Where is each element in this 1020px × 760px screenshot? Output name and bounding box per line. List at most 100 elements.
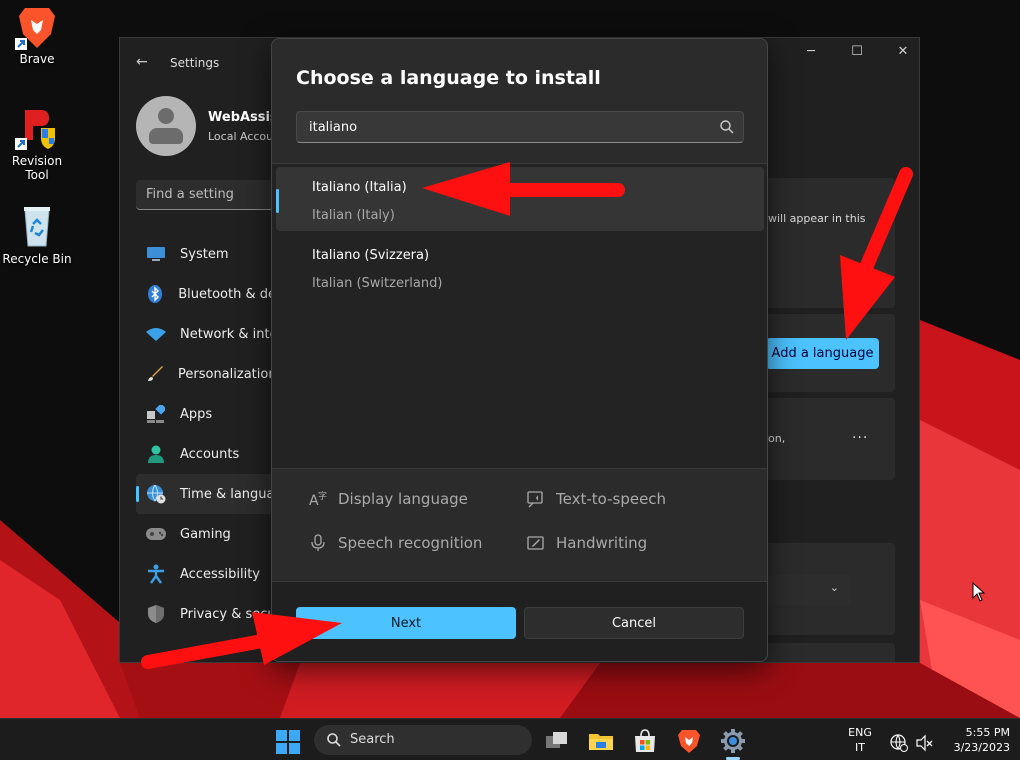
nav-item-time-language[interactable]: Time & langua [136, 474, 276, 514]
taskbar-search[interactable]: Search [314, 725, 532, 755]
card-description: will appear in this [768, 212, 866, 225]
brave-icon [15, 4, 59, 50]
nav-item-apps[interactable]: Apps [136, 394, 276, 434]
taskbar-search-label: Search [350, 732, 395, 747]
brave-browser-icon[interactable] [676, 728, 702, 754]
nav-item-gaming[interactable]: Gaming [136, 514, 276, 554]
dialog-title: Choose a language to install [296, 67, 601, 89]
nav-item-accounts[interactable]: Accounts [136, 434, 276, 474]
nav-item-system[interactable]: System [136, 234, 276, 274]
search-icon [720, 120, 734, 134]
nav-item-accessibility[interactable]: Accessibility [136, 554, 276, 594]
nav-label: Gaming [180, 526, 231, 542]
globe-clock-icon [146, 484, 166, 504]
more-options-button[interactable]: ··· [852, 430, 868, 446]
cancel-button[interactable]: Cancel [524, 607, 744, 639]
microphone-icon [308, 533, 328, 553]
desktop-icon-label: Revision Tool [11, 154, 63, 182]
language-search-box[interactable] [296, 111, 744, 143]
maximize-icon[interactable]: ☐ [849, 44, 865, 59]
settings-nav: System Bluetooth & de Network & inte Per… [136, 234, 278, 634]
next-button[interactable]: Next [296, 607, 516, 639]
input-language-indicator[interactable]: ENG IT [842, 725, 878, 755]
nav-item-network[interactable]: Network & inte [136, 314, 278, 354]
feature-display-language: A字 Display language [308, 489, 468, 509]
feature-handwriting: Handwriting [526, 533, 647, 553]
region-dropdown[interactable]: ⌄ [766, 575, 851, 605]
revision-tool-icon [15, 106, 59, 150]
avatar [136, 96, 196, 156]
nav-label: Accessibility [180, 566, 260, 582]
chevron-down-icon: ⌄ [829, 581, 839, 594]
feature-text-to-speech: Text-to-speech [526, 489, 666, 509]
keyboard-layout-code: IT [855, 741, 865, 754]
close-icon[interactable]: ✕ [895, 44, 911, 59]
bluetooth-icon [146, 284, 164, 304]
taskbar: Search ENG IT 5:55 PM 3/23/2023 [0, 718, 1020, 760]
shield-icon [146, 604, 166, 624]
language-list: Italiano (Italia) Italian (Italy) Italia… [272, 163, 767, 469]
handwriting-icon [526, 533, 546, 553]
search-icon [327, 733, 341, 747]
nav-item-privacy[interactable]: Privacy & secu [136, 594, 276, 634]
settings-gear-icon[interactable] [720, 728, 746, 754]
desktop-icon-label: Brave [19, 52, 55, 66]
start-button-icon[interactable] [276, 730, 300, 754]
language-code: ENG [848, 726, 872, 739]
mouse-cursor-icon [972, 582, 986, 602]
dialog-footer: Next Cancel [272, 581, 767, 661]
language-search-input[interactable] [309, 118, 709, 136]
desktop-icon-brave[interactable]: Brave [0, 4, 74, 66]
find-setting-input[interactable]: Find a setting [136, 180, 286, 210]
user-account-type: Local Accou [208, 130, 274, 143]
nav-label: Accounts [180, 446, 240, 462]
minimize-icon[interactable]: ─ [803, 44, 819, 59]
nav-item-personalization[interactable]: Personalization [136, 354, 277, 394]
display-language-icon: A字 [308, 489, 328, 509]
svg-text:字: 字 [318, 490, 327, 502]
feature-label: Display language [338, 490, 468, 508]
volume-muted-icon[interactable] [916, 734, 934, 752]
nav-label: Privacy & secu [180, 606, 276, 622]
choose-language-dialog: Choose a language to install Italiano (I… [271, 38, 768, 662]
recycle-bin-icon [15, 204, 59, 248]
language-name: Italiano (Svizzera) [312, 248, 430, 263]
desktop-icon-recycle-bin[interactable]: Recycle Bin [0, 204, 74, 266]
back-arrow-icon[interactable]: ← [136, 54, 148, 70]
nav-label: Network & inte [180, 326, 278, 342]
feature-speech-recognition: Speech recognition [308, 533, 482, 553]
add-language-button[interactable]: Add a language [766, 338, 879, 369]
network-globe-icon[interactable] [890, 734, 908, 752]
clock-date: 3/23/2023 [953, 741, 1010, 754]
feature-label: Text-to-speech [556, 490, 667, 508]
person-icon [146, 444, 166, 464]
apps-icon [146, 404, 166, 424]
language-name: Italiano (Italia) [312, 180, 407, 195]
language-english-name: Italian (Switzerland) [312, 276, 443, 291]
language-item-italiano-svizzera[interactable]: Italiano (Svizzera) Italian (Switzerland… [276, 235, 764, 299]
monitor-icon [146, 244, 166, 264]
brush-icon [146, 364, 164, 384]
accessibility-icon [146, 564, 166, 584]
nav-label: Time & langua [180, 486, 275, 502]
feature-label: Speech recognition [338, 534, 483, 552]
file-explorer-icon[interactable] [588, 728, 614, 754]
clock-time: 5:55 PM [965, 726, 1010, 739]
feature-label: Handwriting [556, 534, 648, 552]
system-clock[interactable]: 5:55 PM 3/23/2023 [944, 725, 1010, 755]
microsoft-store-icon[interactable] [632, 728, 658, 754]
nav-label: Bluetooth & de [178, 286, 276, 302]
gamepad-icon [146, 524, 166, 544]
window-controls: ─ ☐ ✕ [803, 44, 911, 59]
nav-label: Personalization [178, 366, 277, 382]
desktop-icon-label: Recycle Bin [2, 252, 72, 266]
wifi-icon [146, 324, 166, 344]
task-view-icon[interactable] [544, 728, 570, 754]
nav-label: Apps [180, 406, 213, 422]
desktop-icon-revision-tool[interactable]: Revision Tool [0, 106, 74, 182]
language-english-name: Italian (Italy) [312, 208, 395, 223]
nav-item-bluetooth[interactable]: Bluetooth & de [136, 274, 276, 314]
window-title: Settings [170, 56, 220, 70]
language-item-italiano-italia[interactable]: Italiano (Italia) Italian (Italy) [276, 167, 764, 231]
nav-label: System [180, 246, 229, 262]
